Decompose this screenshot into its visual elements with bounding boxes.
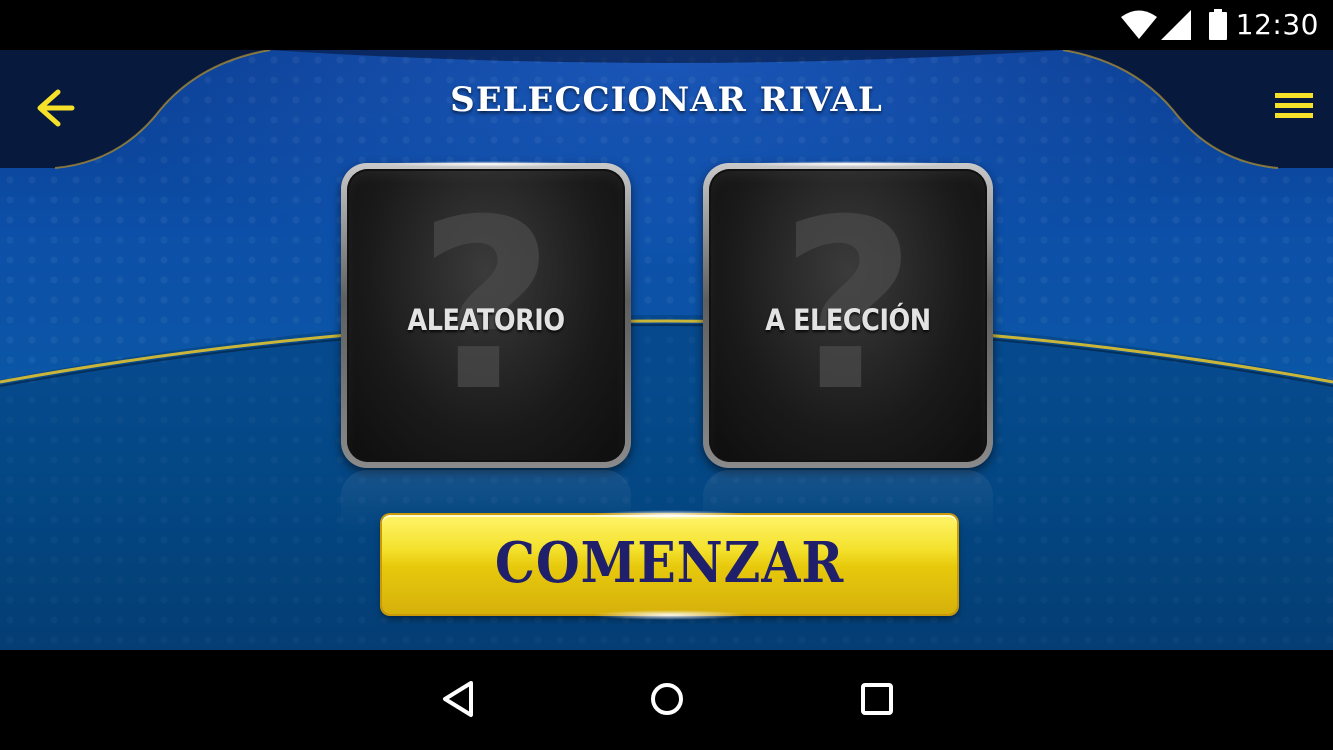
battery-icon	[1209, 9, 1227, 40]
page-title: SELECCIONAR RIVAL	[450, 80, 883, 120]
card-gloss	[743, 161, 953, 167]
status-time: 12:30	[1235, 8, 1319, 41]
start-button-label: COMENZAR	[494, 530, 845, 596]
option-label-random: ALEATORIO	[407, 303, 565, 337]
button-glow-top	[592, 510, 747, 520]
nav-recents-icon[interactable]	[852, 675, 902, 725]
menu-button[interactable]	[1255, 82, 1315, 134]
header-frame	[0, 50, 1333, 169]
card-face: ? ALEATORIO	[347, 169, 625, 462]
start-button[interactable]: COMENZAR	[382, 510, 957, 620]
hamburger-menu-icon	[1275, 93, 1313, 118]
button-glow-bottom	[592, 610, 747, 620]
option-card-random[interactable]: ? ALEATORIO	[341, 161, 631, 468]
game-screen: SELECCIONAR RIVAL ? ALEATORIO ? A ELECCI…	[0, 50, 1333, 650]
navigation-bar	[0, 650, 1333, 750]
arena-track-line	[0, 319, 1333, 387]
wifi-icon	[1121, 10, 1157, 39]
signal-icon	[1161, 10, 1191, 40]
card-face: ? A ELECCIÓN	[709, 169, 987, 462]
nav-back-icon[interactable]	[433, 675, 483, 725]
nav-home-icon[interactable]	[642, 675, 692, 725]
option-label-choice: A ELECCIÓN	[765, 303, 931, 337]
card-gloss	[381, 161, 591, 167]
status-bar: 12:30	[0, 0, 1333, 50]
option-card-choice[interactable]: ? A ELECCIÓN	[703, 161, 993, 468]
